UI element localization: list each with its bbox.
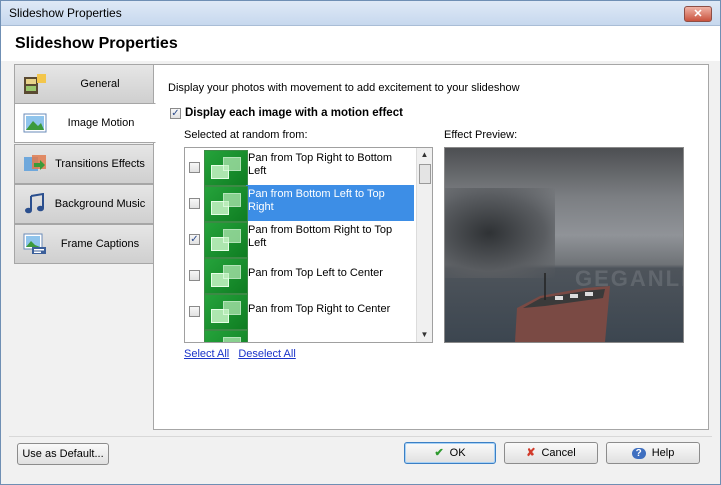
cancel-button[interactable]: ✘ Cancel bbox=[504, 442, 598, 464]
selection-links: Select All Deselect All bbox=[184, 348, 302, 360]
tab-label: Frame Captions bbox=[60, 238, 140, 250]
list-item[interactable]: Pan from Top Right to Center bbox=[185, 293, 417, 330]
title-bar: Slideshow Properties ✕ bbox=[1, 1, 720, 26]
item-label: Pan from Top Left to Center bbox=[248, 267, 383, 279]
header-area: Slideshow Properties bbox=[1, 26, 720, 61]
pan-thumbnail-icon bbox=[204, 294, 248, 330]
list-item[interactable] bbox=[185, 329, 417, 342]
button-label: Help bbox=[651, 447, 675, 459]
effect-preview-image: GEGANLES bbox=[444, 147, 684, 343]
motion-effect-label: Display each image with a motion effect bbox=[185, 107, 403, 119]
tab-label: Image Motion bbox=[67, 117, 135, 129]
ok-button[interactable]: ✔ OK bbox=[404, 442, 496, 464]
scroll-down-icon[interactable]: ▼ bbox=[417, 328, 432, 342]
help-button[interactable]: ? Help bbox=[606, 442, 700, 464]
button-label: Cancel bbox=[541, 447, 576, 459]
select-all-link[interactable]: Select All bbox=[184, 348, 229, 360]
pan-thumbnail-icon bbox=[204, 186, 248, 222]
tab-image-motion[interactable]: Image Motion bbox=[14, 103, 156, 143]
transition-icon bbox=[24, 155, 46, 171]
motion-effect-list[interactable]: Pan from Top Right to Bottom Left Pan fr… bbox=[184, 147, 433, 343]
slideshow-properties-window: Slideshow Properties ✕ Slideshow Propert… bbox=[0, 0, 721, 485]
checkmark-icon: ✔ bbox=[434, 447, 444, 459]
item-label: Pan from Bottom Right to Top Left bbox=[248, 224, 393, 249]
button-label: OK bbox=[449, 447, 466, 459]
ship-bow-image bbox=[515, 273, 610, 342]
tab-general[interactable]: General bbox=[14, 64, 154, 104]
list-item[interactable]: ✓ Pan from Bottom Right to Top Left bbox=[185, 221, 417, 258]
item-checkbox[interactable] bbox=[189, 162, 200, 173]
watermark-text: GEGANLES bbox=[575, 266, 683, 291]
item-label: Pan from Bottom Left to Top Right bbox=[248, 188, 385, 213]
landscape-icon bbox=[23, 113, 47, 133]
window-title: Slideshow Properties bbox=[9, 6, 122, 20]
scrollbar-thumb[interactable] bbox=[419, 164, 431, 184]
film-icon bbox=[24, 74, 46, 94]
random-list-label: Selected at random from: bbox=[184, 129, 308, 141]
close-button[interactable]: ✕ bbox=[684, 6, 712, 22]
item-checkbox[interactable] bbox=[189, 306, 200, 317]
panel-description: Display your photos with movement to add… bbox=[168, 82, 520, 94]
item-checkbox[interactable] bbox=[189, 198, 200, 209]
help-icon: ? bbox=[631, 448, 646, 459]
page-title: Slideshow Properties bbox=[15, 35, 178, 52]
caption-file-icon bbox=[23, 233, 46, 254]
music-note-icon bbox=[25, 193, 44, 214]
list-item[interactable]: Pan from Bottom Left to Top Right bbox=[185, 185, 417, 222]
image-motion-panel: Display your photos with movement to add… bbox=[153, 64, 709, 430]
pan-thumbnail-icon bbox=[204, 222, 248, 258]
cross-icon: ✘ bbox=[526, 447, 536, 459]
footer-separator bbox=[9, 436, 712, 437]
motion-effect-checkbox[interactable]: ✓ bbox=[170, 108, 181, 119]
button-label: Use as Default... bbox=[22, 448, 104, 460]
list-scrollbar[interactable]: ▲ ▼ bbox=[416, 148, 432, 342]
tab-background-music[interactable]: Background Music bbox=[14, 184, 154, 224]
pan-thumbnail-icon bbox=[204, 258, 248, 294]
item-label: Pan from Top Right to Center bbox=[248, 303, 391, 315]
scroll-up-icon[interactable]: ▲ bbox=[417, 148, 432, 162]
tab-transitions-effects[interactable]: Transitions Effects bbox=[14, 144, 154, 184]
tab-frame-captions[interactable]: Frame Captions bbox=[14, 224, 154, 264]
item-checkbox[interactable] bbox=[189, 270, 200, 281]
tab-label: Transitions Effects bbox=[55, 158, 145, 170]
tab-label: General bbox=[80, 78, 120, 90]
effect-preview-label: Effect Preview: bbox=[444, 129, 518, 141]
list-item[interactable]: Pan from Top Right to Bottom Left bbox=[185, 149, 417, 186]
pan-thumbnail-icon bbox=[204, 150, 248, 186]
list-item[interactable]: Pan from Top Left to Center bbox=[185, 257, 417, 294]
use-as-default-button[interactable]: Use as Default... bbox=[17, 443, 109, 465]
pan-thumbnail-icon bbox=[204, 330, 248, 342]
item-checkbox[interactable]: ✓ bbox=[189, 234, 200, 245]
tab-label: Background Music bbox=[54, 198, 146, 210]
deselect-all-link[interactable]: Deselect All bbox=[238, 348, 295, 360]
item-label: Pan from Top Right to Bottom Left bbox=[248, 152, 393, 177]
